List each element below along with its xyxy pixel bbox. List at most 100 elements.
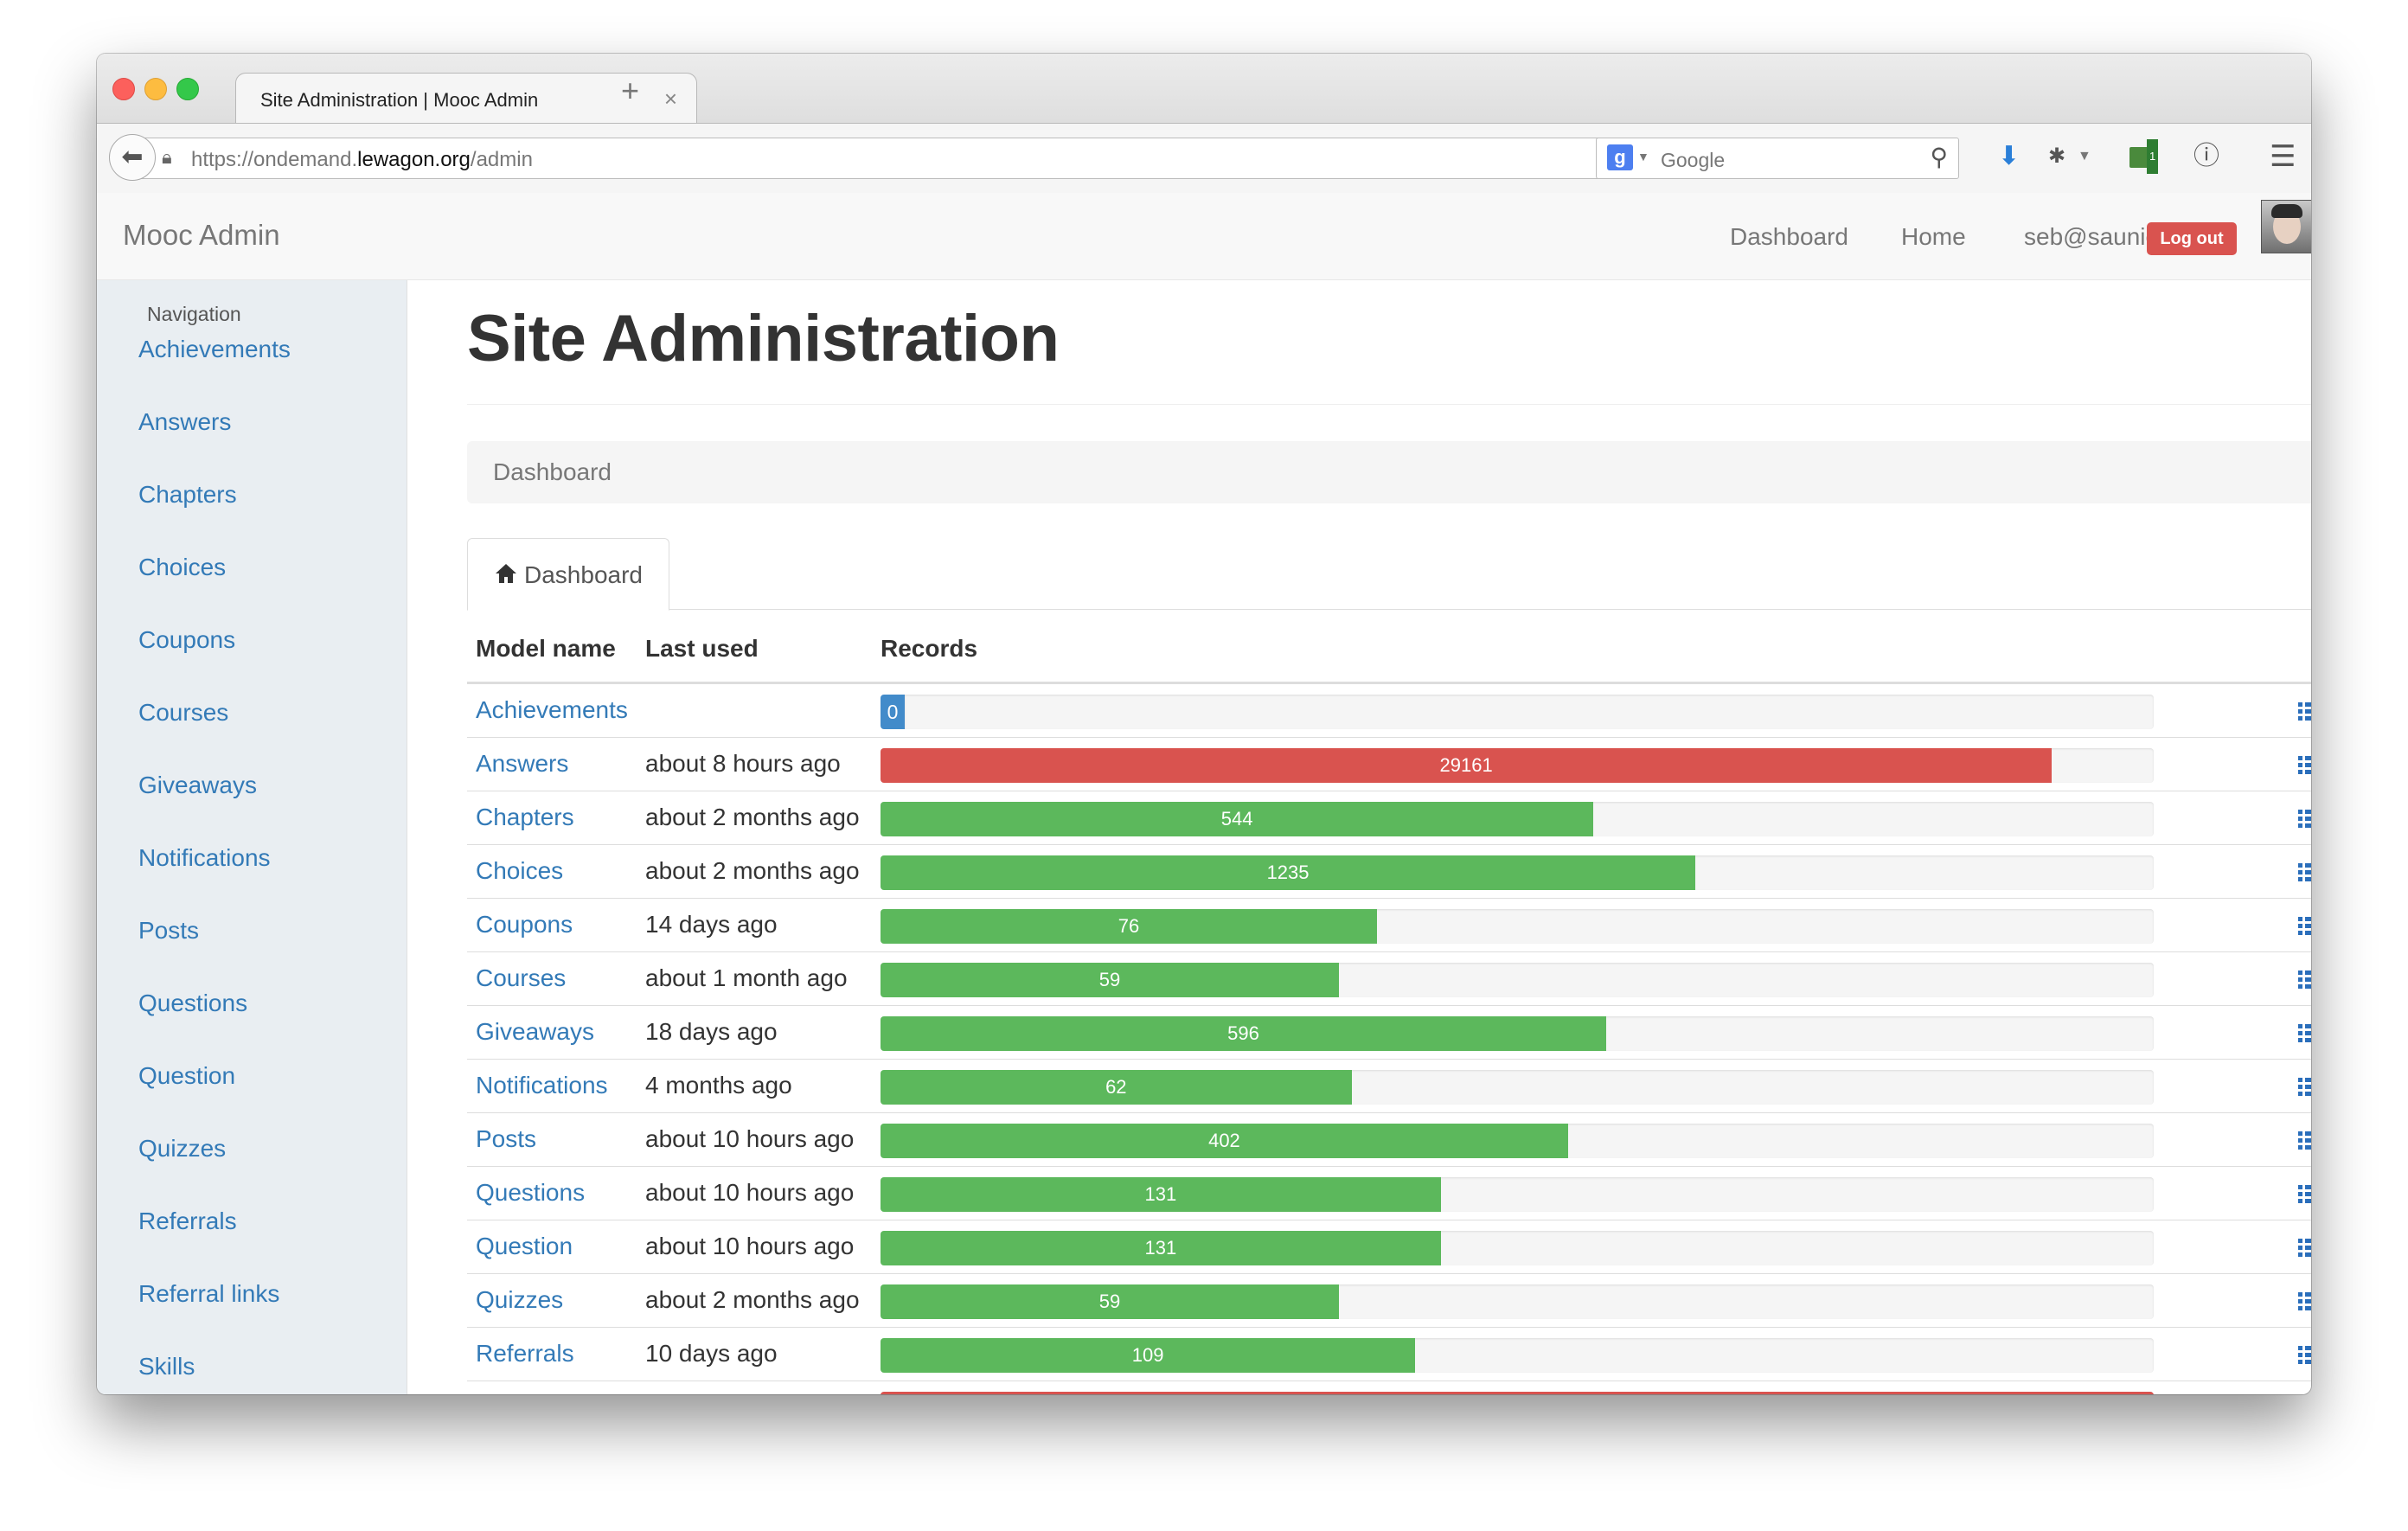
last-used-value: about 2 months ago — [645, 857, 860, 884]
model-name-link[interactable]: Achievements — [476, 696, 628, 724]
last-used-value: 14 days ago — [645, 911, 778, 938]
records-bar-track: 59 — [881, 1284, 2154, 1319]
model-name-link[interactable]: Courses — [476, 964, 566, 992]
sidebar-item-questions[interactable]: Questions — [138, 990, 247, 1017]
records-bar: 59 — [881, 963, 1339, 997]
search-placeholder: Google — [1661, 149, 1726, 171]
tab-close-icon[interactable]: × — [664, 86, 677, 112]
sidebar-item-referrals[interactable]: Referrals — [138, 1208, 237, 1235]
minimize-window-button[interactable] — [144, 78, 167, 100]
list-icon[interactable] — [2297, 860, 2311, 884]
table-row: Question about 10 hours ago 131 — [467, 1220, 2311, 1274]
records-bar-track: 59 — [881, 963, 2154, 997]
breadcrumb-item-dashboard: Dashboard — [493, 458, 612, 485]
model-name-link[interactable]: Referrals — [476, 1340, 574, 1368]
records-bar-track: 65737 — [881, 1392, 2154, 1394]
close-window-button[interactable] — [112, 78, 135, 100]
records-bar-track: 131 — [881, 1177, 2154, 1212]
sidebar-item-notifications[interactable]: Notifications — [138, 844, 271, 872]
last-used-value: 36 minutes ago — [645, 1393, 810, 1394]
records-bar: 544 — [881, 802, 1594, 836]
home-icon — [496, 564, 516, 583]
table-row: Posts about 10 hours ago 402 — [467, 1112, 2311, 1167]
records-bar-track: 596 — [881, 1016, 2154, 1051]
records-bar: 596 — [881, 1016, 1607, 1051]
list-icon[interactable] — [2297, 1128, 2311, 1152]
model-name-link[interactable]: Answers — [476, 750, 568, 778]
back-button[interactable]: ⬅︎ — [109, 134, 156, 181]
sidebar-item-achievements[interactable]: Achievements — [138, 336, 291, 363]
search-engine-dropdown-icon[interactable]: ▼ — [1637, 150, 1649, 163]
model-name-link[interactable]: Questions — [476, 1179, 585, 1207]
sidebar-item-choices[interactable]: Choices — [138, 554, 226, 581]
model-name-link[interactable]: Posts — [476, 1125, 536, 1153]
sidebar-item-referral-links[interactable]: Referral links — [138, 1280, 279, 1308]
menu-icon[interactable]: ☰ — [2270, 139, 2296, 174]
list-icon[interactable] — [2297, 806, 2311, 830]
extension-icon[interactable]: ✱ — [2048, 139, 2065, 174]
last-used-value: about 10 hours ago — [645, 1179, 855, 1206]
model-name-link[interactable]: Notifications — [476, 1072, 608, 1099]
records-bar-track: 544 — [881, 802, 2154, 836]
list-icon[interactable] — [2297, 913, 2311, 938]
sidebar-item-question[interactable]: Question — [138, 1062, 235, 1090]
logout-button[interactable]: Log out — [2147, 222, 2237, 255]
nav-home-link[interactable]: Home — [1901, 223, 1966, 251]
model-name-link[interactable]: Choices — [476, 857, 563, 885]
last-used-value: about 2 months ago — [645, 804, 860, 830]
sidebar-item-skills[interactable]: Skills — [138, 1353, 195, 1380]
title-divider — [467, 404, 2311, 405]
model-name-link[interactable]: Referral links — [476, 1393, 617, 1394]
model-name-link[interactable]: Coupons — [476, 911, 573, 938]
list-icon[interactable] — [2297, 1074, 2311, 1099]
sidebar-item-quizzes[interactable]: Quizzes — [138, 1135, 226, 1163]
sidebar-item-answers[interactable]: Answers — [138, 408, 231, 436]
list-icon[interactable] — [2297, 967, 2311, 991]
list-icon[interactable] — [2297, 1342, 2311, 1367]
browser-window: Site Administration | Mooc Admin × + 🔒︎ … — [97, 54, 2311, 1394]
new-tab-button[interactable]: + — [621, 73, 639, 109]
url-bar[interactable]: 🔒︎ https://ondemand.lewagon.org/admin ▽ … — [138, 138, 1676, 179]
last-used-value: about 8 hours ago — [645, 750, 841, 777]
list-icon[interactable] — [2297, 753, 2311, 777]
table-row: Notifications 4 months ago 62 — [467, 1059, 2311, 1113]
download-icon[interactable]: ⬇︎ — [1998, 139, 2020, 174]
tab-dashboard[interactable]: Dashboard — [467, 538, 669, 611]
search-icon[interactable]: ⚲ — [1930, 143, 1948, 171]
records-bar-track: 62 — [881, 1070, 2154, 1105]
records-bar-track: 131 — [881, 1231, 2154, 1265]
table-row: Quizzes about 2 months ago 59 — [467, 1273, 2311, 1328]
last-used-value: about 2 months ago — [645, 1286, 860, 1313]
sidebar-item-posts[interactable]: Posts — [138, 917, 199, 945]
list-icon[interactable] — [2297, 1021, 2311, 1045]
list-icon[interactable] — [2297, 1289, 2311, 1313]
list-icon[interactable] — [2297, 1182, 2311, 1206]
model-name-link[interactable]: Giveaways — [476, 1018, 594, 1046]
nav-dashboard-link[interactable]: Dashboard — [1730, 223, 1848, 251]
table-row: Giveaways 18 days ago 596 — [467, 1005, 2311, 1060]
google-icon[interactable]: g — [1607, 144, 1633, 170]
sidebar: Navigation Achievements Answers Chapters… — [97, 280, 407, 1394]
list-icon[interactable] — [2297, 699, 2311, 723]
sidebar-item-giveaways[interactable]: Giveaways — [138, 772, 257, 799]
extension-dropdown-icon[interactable]: ▼ — [2078, 139, 2091, 174]
translate-icon[interactable]: 1 — [2129, 139, 2159, 174]
list-icon[interactable] — [2297, 1235, 2311, 1259]
page-title: Site Administration — [467, 302, 1060, 375]
avatar[interactable] — [2261, 200, 2311, 253]
sidebar-item-courses[interactable]: Courses — [138, 699, 228, 727]
tabs-divider — [467, 609, 2311, 610]
model-name-link[interactable]: Quizzes — [476, 1286, 563, 1314]
model-name-link[interactable]: Question — [476, 1233, 573, 1260]
sidebar-item-chapters[interactable]: Chapters — [138, 481, 237, 509]
info-icon[interactable]: ⓘ — [2193, 139, 2219, 174]
table-row: Answers about 8 hours ago 29161 — [467, 737, 2311, 791]
model-name-link[interactable]: Chapters — [476, 804, 574, 831]
last-used-value: about 1 month ago — [645, 964, 848, 991]
records-bar: 62 — [881, 1070, 1352, 1105]
brand-logo[interactable]: Mooc Admin — [123, 219, 280, 252]
sidebar-item-coupons[interactable]: Coupons — [138, 626, 235, 654]
browser-toolbar: 🔒︎ https://ondemand.lewagon.org/admin ▽ … — [97, 123, 2311, 194]
search-bar[interactable]: g ▼ Google ⚲ — [1596, 138, 1959, 179]
zoom-window-button[interactable] — [176, 78, 199, 100]
